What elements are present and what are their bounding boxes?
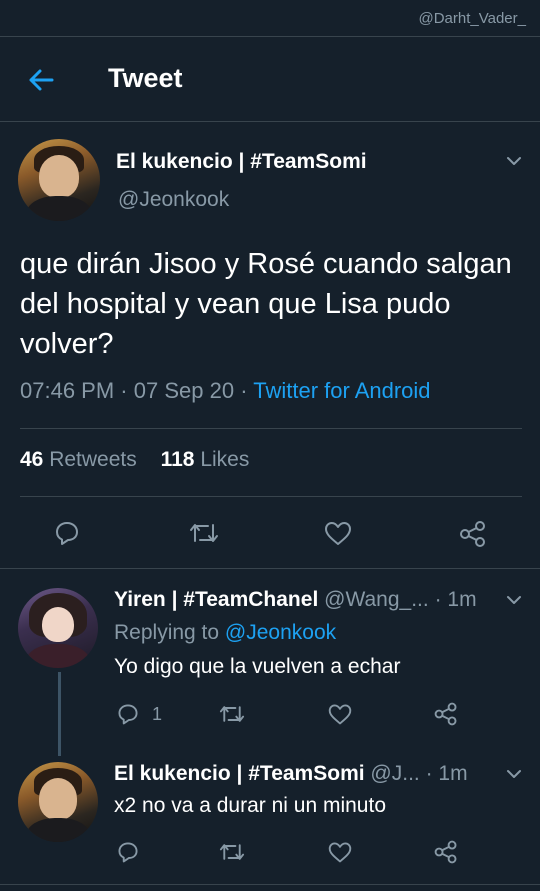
reply-time: · 1m [425, 762, 468, 785]
like-icon[interactable] [323, 519, 353, 547]
replying-label: Replying to [114, 621, 220, 644]
likes-label: Likes [200, 448, 250, 471]
divider [20, 496, 522, 497]
reply-header: Yiren | #TeamChanel @Wang_... · 1m [114, 588, 477, 612]
retweet-icon[interactable] [218, 840, 246, 864]
reply-time: · 1m [434, 588, 477, 611]
reply-text: Yo digo que la vuelven a echar [114, 655, 401, 678]
replying-mention[interactable]: @Jeonkook [225, 621, 336, 644]
share-icon[interactable] [433, 839, 459, 865]
reply-icon[interactable] [116, 840, 140, 864]
reply-header: El kukencio | #TeamSomi @J... · 1m [114, 762, 468, 786]
back-arrow-icon[interactable] [26, 65, 56, 95]
tweet-stats: 46 Retweets 118 Likes [20, 448, 267, 472]
watermark: @Darht_Vader_ [418, 10, 526, 27]
divider [20, 428, 522, 429]
tweet-date: 07 Sep 20 [133, 378, 235, 403]
tweet-text: que dirán Jisoo y Rosé cuando salgan del… [20, 248, 512, 360]
tweet-time: 07:46 PM [20, 378, 115, 403]
reply-avatar[interactable] [18, 762, 98, 842]
author-avatar[interactable] [18, 139, 100, 221]
share-icon[interactable] [433, 701, 459, 727]
page-title: Tweet [108, 63, 183, 93]
retweets-label: Retweets [49, 448, 137, 471]
author-handle[interactable]: @Jeonkook [118, 188, 229, 212]
retweets-count: 46 [20, 448, 44, 471]
reply-icon[interactable] [53, 519, 81, 547]
share-icon[interactable] [458, 519, 488, 549]
reply-avatar[interactable] [18, 588, 98, 668]
divider [0, 884, 540, 885]
tweet-source-link[interactable]: Twitter for Android [253, 378, 430, 403]
chevron-down-icon[interactable] [506, 592, 522, 608]
tweet-meta: 07:46 PM · 07 Sep 20 · Twitter for Andro… [20, 378, 431, 403]
reply-author-name[interactable]: El kukencio | #TeamSomi [114, 762, 365, 785]
divider [0, 568, 540, 569]
reply-author-handle[interactable]: @J... [370, 762, 419, 785]
replying-to: Replying to @Jeonkook [114, 621, 336, 645]
author-name[interactable]: El kukencio | #TeamSomi [116, 150, 367, 174]
likes-stat[interactable]: 118 Likes [161, 448, 250, 471]
likes-count: 118 [160, 448, 195, 471]
like-icon[interactable] [327, 702, 353, 726]
retweet-icon[interactable] [188, 519, 220, 547]
top-bar: Tweet [0, 36, 540, 122]
thread-line [58, 672, 61, 756]
reply-author-handle[interactable]: @Wang_... [324, 588, 429, 611]
retweet-icon[interactable] [218, 702, 246, 726]
chevron-down-icon[interactable] [506, 153, 522, 169]
reply-icon[interactable] [116, 702, 140, 726]
reply-author-name[interactable]: Yiren | #TeamChanel [114, 588, 318, 611]
chevron-down-icon[interactable] [506, 766, 522, 782]
retweets-stat[interactable]: 46 Retweets [20, 448, 137, 471]
like-icon[interactable] [327, 840, 353, 864]
reply-text: x2 no va a durar ni un minuto [114, 794, 386, 817]
reply-count: 1 [152, 704, 163, 724]
